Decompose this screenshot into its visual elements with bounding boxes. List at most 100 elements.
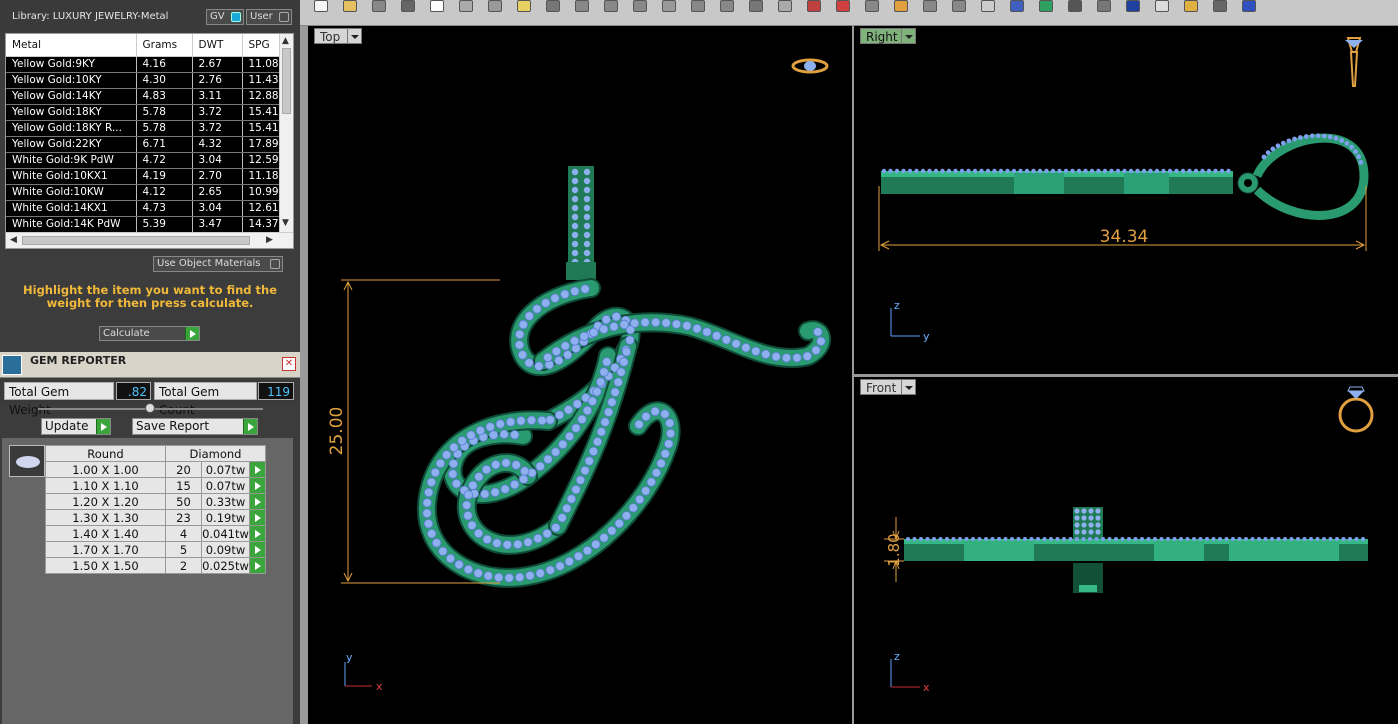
metal-name-cell: White Gold:10KX1 <box>6 168 137 185</box>
scroll-up-icon[interactable]: ▲ <box>282 36 289 46</box>
update-button[interactable]: Update <box>41 418 111 435</box>
toolbar-tool-icon[interactable] <box>749 0 763 12</box>
toolbar-tool-icon[interactable] <box>517 0 531 12</box>
ring-orientation-icon[interactable] <box>1338 386 1374 433</box>
save-report-button[interactable]: Save Report <box>132 418 258 435</box>
toolbar-tool-icon[interactable] <box>720 0 734 12</box>
hscroll-thumb[interactable] <box>22 236 250 245</box>
toolbar-tool-icon[interactable] <box>923 0 937 12</box>
toolbar-tool-icon[interactable] <box>662 0 676 12</box>
viewport-right[interactable]: Right 34.34 z y <box>854 26 1398 374</box>
metal-row[interactable]: Yellow Gold:10KY 4.30 2.76 11.43 <box>6 72 280 89</box>
gem-size-cell: 1.10 X 1.10 <box>45 477 166 494</box>
gem-row[interactable]: 1.70 X 1.70 5 0.09tw <box>45 541 266 558</box>
user-toggle[interactable]: User <box>246 9 292 25</box>
toolbar-tool-icon[interactable] <box>865 0 879 12</box>
toolbar-tool-icon[interactable] <box>778 0 792 12</box>
toolbar-tool-icon[interactable] <box>459 0 473 12</box>
gem-row[interactable]: 1.00 X 1.00 20 0.07tw <box>45 461 266 478</box>
metal-name-cell: Yellow Gold:14KY <box>6 88 137 105</box>
toolbar-tool-icon[interactable] <box>1068 0 1082 12</box>
toolbar-tool-icon[interactable] <box>981 0 995 12</box>
toolbar-tool-icon[interactable] <box>430 0 444 12</box>
toolbar-tool-icon[interactable] <box>807 0 821 12</box>
column-header-dwt[interactable]: DWT <box>192 34 243 57</box>
column-header-metal[interactable]: Metal <box>6 34 137 57</box>
gem-row[interactable]: 1.50 X 1.50 2 0.025tw <box>45 557 266 574</box>
toolbar-tool-icon[interactable] <box>1213 0 1227 12</box>
toolbar-tool-icon[interactable] <box>604 0 618 12</box>
select-gem-play-icon[interactable] <box>249 541 266 558</box>
select-gem-play-icon[interactable] <box>249 493 266 510</box>
toolbar-tool-icon[interactable] <box>952 0 966 12</box>
metal-row[interactable]: Yellow Gold:14KY 4.83 3.11 12.88 <box>6 88 280 105</box>
gem-count-cell: 23 <box>165 509 202 526</box>
metal-row[interactable]: Yellow Gold:18KY 5.78 3.72 15.41 <box>6 104 280 121</box>
toolbar-tool-icon[interactable] <box>1242 0 1256 12</box>
axis-z-label: z <box>894 650 900 663</box>
toolbar-tool-icon[interactable] <box>836 0 850 12</box>
toolbar-tool-icon[interactable] <box>1010 0 1024 12</box>
select-gem-play-icon[interactable] <box>249 509 266 526</box>
toolbar-tool-icon[interactable] <box>401 0 415 12</box>
metal-row[interactable]: Yellow Gold:22KY 6.71 4.32 17.89 <box>6 136 280 153</box>
panel-divider[interactable] <box>300 26 308 724</box>
toolbar-tool-icon[interactable] <box>633 0 647 12</box>
gem-reporter-title: GEM REPORTER <box>30 354 127 367</box>
select-gem-play-icon[interactable] <box>249 525 266 542</box>
metal-row[interactable]: White Gold:10KW 4.12 2.65 10.99 <box>6 184 280 201</box>
toolbar-tool-icon[interactable] <box>1097 0 1111 12</box>
toolbar-tool-icon[interactable] <box>894 0 908 12</box>
spg-cell: 17.89 <box>242 136 280 153</box>
total-gem-weight-value: .82 <box>116 382 151 400</box>
close-icon[interactable]: ✕ <box>282 357 296 371</box>
gem-weight-cell: 0.07tw <box>201 461 250 478</box>
metal-row[interactable]: White Gold:14KX1 4.73 3.04 12.61 <box>6 200 280 217</box>
metal-row[interactable]: White Gold:10KX1 4.19 2.70 11.18 <box>6 168 280 185</box>
gv-toggle[interactable]: GV <box>206 9 244 25</box>
viewport-front[interactable]: Front 1.80 z x <box>854 377 1398 724</box>
gem-row[interactable]: 1.30 X 1.30 23 0.19tw <box>45 509 266 526</box>
gem-table: Round Diamond 1.00 X 1.00 20 0.07tw 1.10 X … <box>45 445 266 574</box>
metal-row[interactable]: White Gold:9K PdW 4.72 3.04 12.59 <box>6 152 280 169</box>
ring-orientation-icon[interactable] <box>791 58 829 74</box>
metal-row[interactable]: White Gold:14K PdW 5.39 3.47 14.37 <box>6 216 280 233</box>
toolbar-tool-icon[interactable] <box>343 0 357 12</box>
metal-row[interactable]: Yellow Gold:18KY R... 5.78 3.72 15.41 <box>6 120 280 137</box>
pendant-orientation-icon[interactable] <box>1345 37 1363 87</box>
toolbar-tool-icon[interactable] <box>372 0 386 12</box>
gem-slider-knob[interactable] <box>145 403 155 413</box>
scroll-left-icon[interactable]: ◀ <box>10 235 17 245</box>
axis-indicator: y x <box>344 651 383 693</box>
toolbar-tool-icon[interactable] <box>314 0 328 12</box>
scroll-right-icon[interactable]: ▶ <box>266 235 273 245</box>
save-report-play-icon <box>243 419 257 434</box>
toolbar-tool-icon[interactable] <box>1155 0 1169 12</box>
scroll-down-icon[interactable]: ▼ <box>282 218 289 228</box>
toolbar-tool-icon[interactable] <box>488 0 502 12</box>
toolbar-tool-icon[interactable] <box>691 0 705 12</box>
toolbar-tool-icon[interactable] <box>1184 0 1198 12</box>
toolbar-tool-icon[interactable] <box>1126 0 1140 12</box>
column-header-spg[interactable]: SPG <box>242 34 280 57</box>
gem-row[interactable]: 1.20 X 1.20 50 0.33tw <box>45 493 266 510</box>
column-header-grams[interactable]: Grams <box>136 34 193 57</box>
use-object-materials-toggle[interactable]: Use Object Materials <box>153 256 283 272</box>
calculate-button[interactable]: Calculate <box>99 326 200 341</box>
gem-row[interactable]: 1.40 X 1.40 4 0.041tw <box>45 525 266 542</box>
metal-table-vscroll[interactable]: ▲ ▼ <box>279 34 293 232</box>
grams-cell: 4.83 <box>136 88 193 105</box>
metal-table-hscroll[interactable]: ◀ ▶ <box>6 232 293 248</box>
select-gem-play-icon[interactable] <box>249 461 266 478</box>
select-gem-play-icon[interactable] <box>249 477 266 494</box>
metal-row[interactable]: Yellow Gold:9KY 4.16 2.67 11.08 <box>6 56 280 73</box>
toolbar-tool-icon[interactable] <box>575 0 589 12</box>
gem-count-cell: 5 <box>165 541 202 558</box>
toolbar-tool-icon[interactable] <box>1039 0 1053 12</box>
gem-row[interactable]: 1.10 X 1.10 15 0.07tw <box>45 477 266 494</box>
select-gem-play-icon[interactable] <box>249 557 266 574</box>
viewport-top[interactable]: Top 25.00 y x <box>308 26 852 724</box>
dwt-cell: 4.32 <box>192 136 243 153</box>
toolbar-tool-icon[interactable] <box>546 0 560 12</box>
vscroll-thumb[interactable] <box>282 48 291 114</box>
